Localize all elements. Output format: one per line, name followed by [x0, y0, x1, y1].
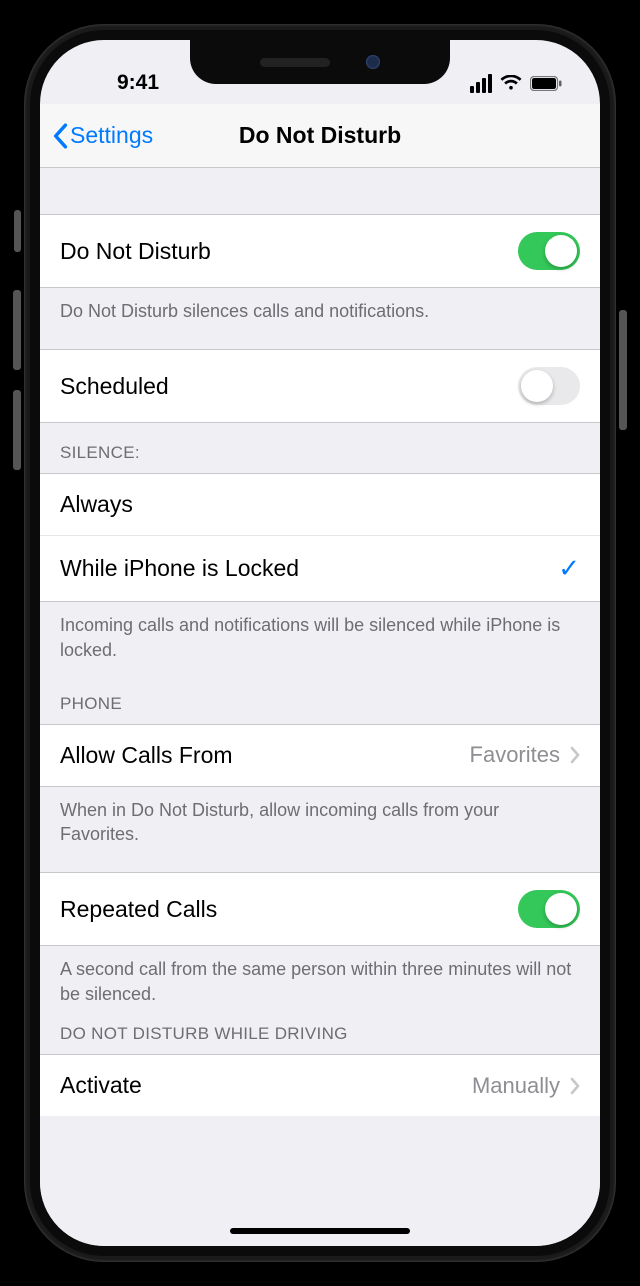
allow-calls-label: Allow Calls From [60, 742, 233, 769]
allow-calls-footer: When in Do Not Disturb, allow incoming c… [40, 787, 600, 873]
silence-option-locked[interactable]: While iPhone is Locked ✓ [40, 536, 600, 601]
power-button [619, 310, 627, 430]
repeated-calls-label: Repeated Calls [60, 896, 217, 923]
scheduled-toggle[interactable] [518, 367, 580, 405]
notch [190, 40, 450, 84]
phone-header: PHONE [40, 688, 600, 724]
activate-value: Manually [472, 1073, 560, 1099]
speaker-grille [260, 58, 330, 67]
back-label: Settings [70, 122, 153, 149]
activate-label: Activate [60, 1072, 142, 1099]
home-indicator[interactable] [230, 1228, 410, 1234]
checkmark-icon: ✓ [558, 553, 580, 584]
allow-calls-row[interactable]: Allow Calls From Favorites [40, 724, 600, 787]
silence-option-label: Always [60, 491, 133, 518]
silence-header: SILENCE: [40, 423, 600, 473]
settings-content[interactable]: Do Not Disturb Do Not Disturb silences c… [40, 168, 600, 1246]
silence-option-label: While iPhone is Locked [60, 555, 299, 582]
silence-group: Always While iPhone is Locked ✓ [40, 473, 600, 602]
silence-footer: Incoming calls and notifications will be… [40, 602, 600, 688]
scheduled-toggle-row[interactable]: Scheduled [40, 349, 600, 423]
wifi-icon [500, 75, 522, 91]
repeated-calls-toggle[interactable] [518, 890, 580, 928]
nav-bar: Settings Do Not Disturb [40, 104, 600, 168]
dnd-toggle[interactable] [518, 232, 580, 270]
volume-up-button [13, 290, 21, 370]
screen: 9:41 [40, 40, 600, 1246]
dnd-toggle-row[interactable]: Do Not Disturb [40, 214, 600, 288]
driving-header: DO NOT DISTURB WHILE DRIVING [40, 1024, 600, 1054]
front-camera [366, 55, 380, 69]
repeated-calls-footer: A second call from the same person withi… [40, 946, 600, 1024]
silence-option-always[interactable]: Always [40, 474, 600, 536]
dnd-footer: Do Not Disturb silences calls and notifi… [40, 288, 600, 349]
phone-frame: 9:41 [0, 0, 640, 1286]
silence-switch [14, 210, 21, 252]
scheduled-label: Scheduled [60, 373, 169, 400]
allow-calls-value: Favorites [470, 742, 560, 768]
battery-icon [530, 76, 562, 91]
back-button[interactable]: Settings [52, 122, 153, 149]
repeated-calls-row[interactable]: Repeated Calls [40, 872, 600, 946]
chevron-right-icon [570, 1077, 580, 1095]
status-time: 9:41 [78, 71, 198, 95]
cellular-signal-icon [470, 74, 492, 93]
volume-down-button [13, 390, 21, 470]
chevron-left-icon [52, 123, 68, 149]
activate-row[interactable]: Activate Manually [40, 1054, 600, 1116]
dnd-label: Do Not Disturb [60, 238, 211, 265]
chevron-right-icon [570, 746, 580, 764]
